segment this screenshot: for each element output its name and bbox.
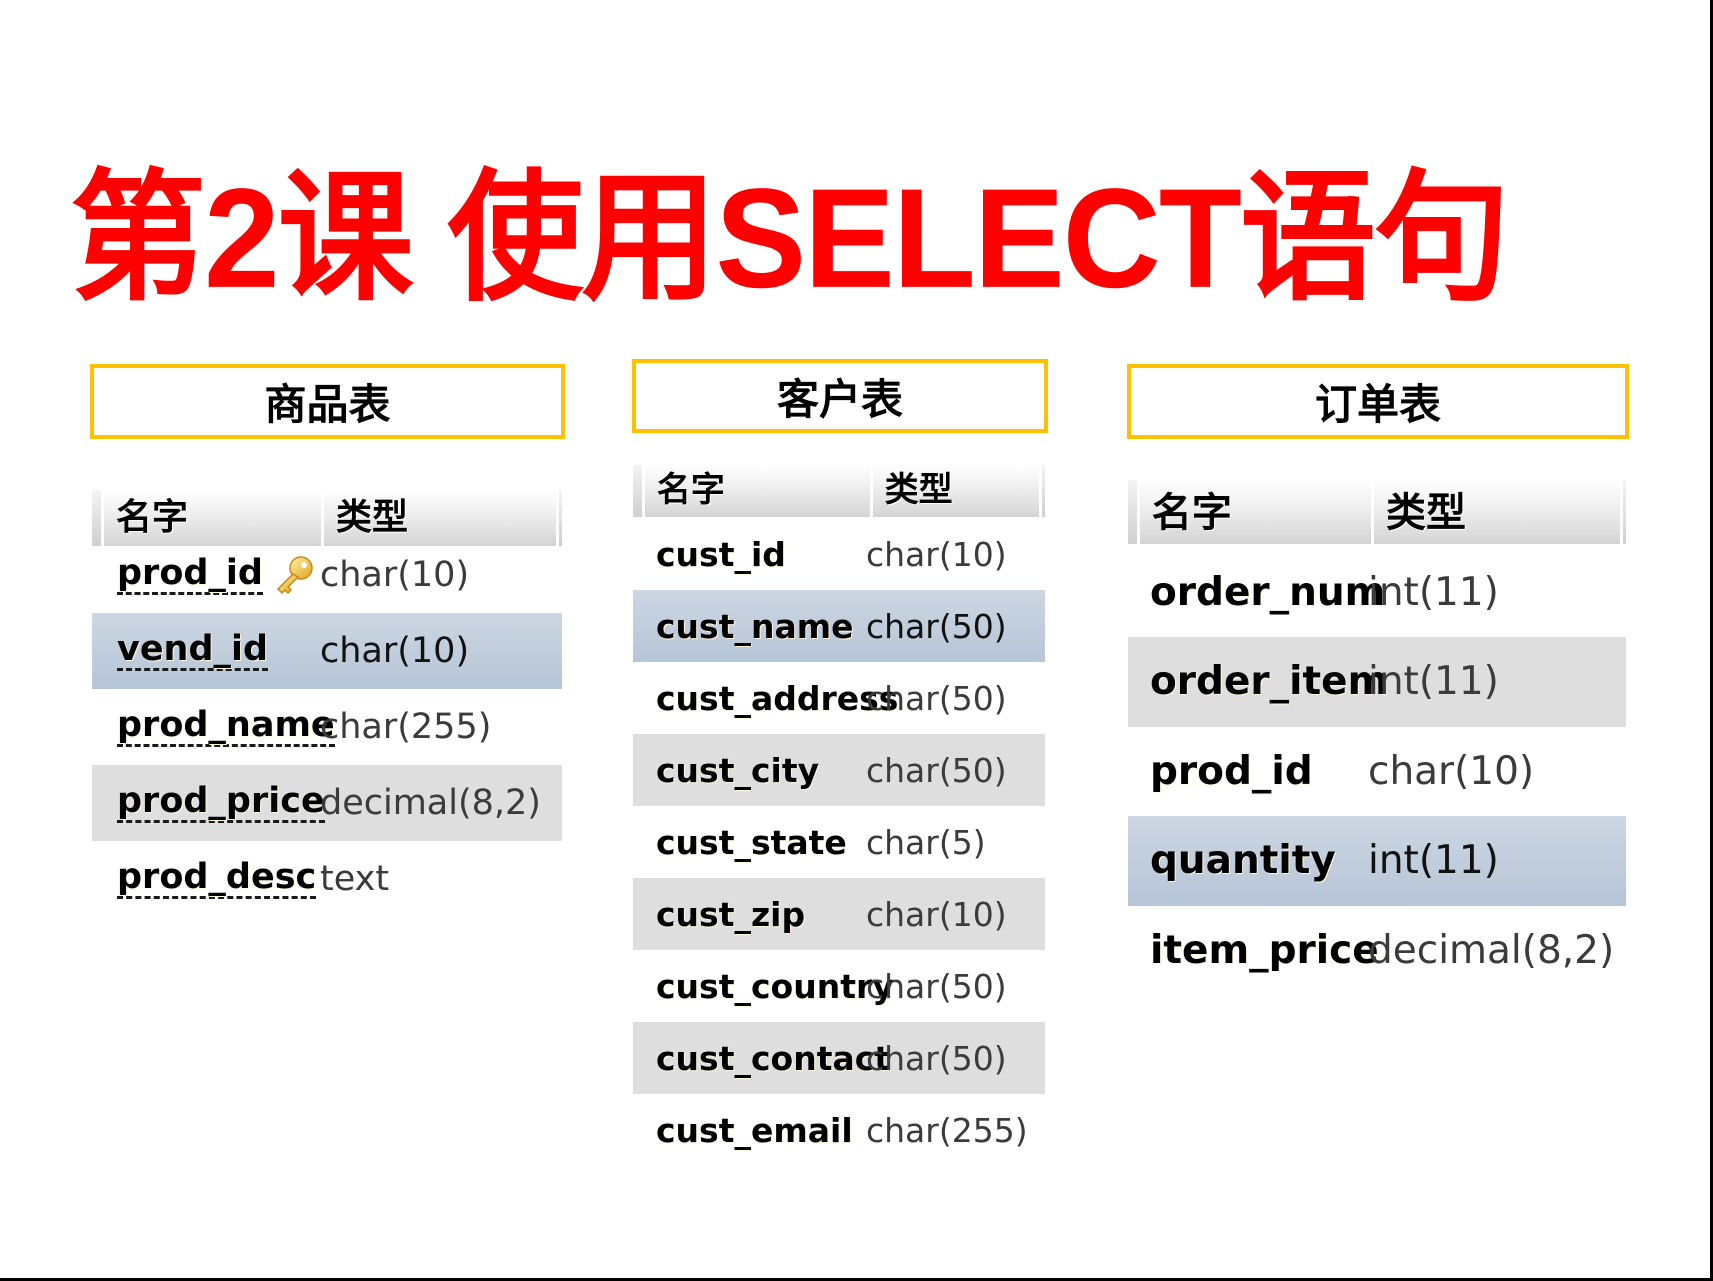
column-type: char(10) — [320, 631, 470, 671]
header-edge — [633, 465, 645, 517]
table-row[interactable]: cust_id char(10) — [633, 518, 1045, 590]
column-name-cell: cust_zip — [633, 895, 866, 934]
table-row[interactable]: cust_name char(50) — [633, 590, 1045, 662]
column-name: prod_name — [117, 706, 335, 748]
table-row[interactable]: cust_city char(50) — [633, 734, 1045, 806]
table-row[interactable]: cust_email char(255) — [633, 1094, 1045, 1166]
column-name-cell: prod_desc — [92, 858, 320, 900]
column-name-cell: prod_id — [92, 554, 320, 596]
table-row[interactable]: cust_address char(50) — [633, 662, 1045, 734]
column-name-cell: cust_id — [633, 535, 866, 574]
table-title-box: 商品表 — [90, 364, 565, 439]
table-title-box: 客户表 — [632, 359, 1048, 433]
column-name-cell: cust_email — [633, 1111, 866, 1150]
column-type: int(11) — [1368, 659, 1499, 704]
column-name-cell: cust_address — [633, 679, 898, 718]
table-row[interactable]: quantity int(11) — [1128, 815, 1626, 906]
column-name: vend_id — [117, 630, 269, 672]
column-name: prod_id — [1150, 748, 1313, 794]
column-name-cell: item_price — [1128, 928, 1379, 973]
column-name: cust_state — [656, 822, 847, 862]
column-type: int(11) — [1368, 838, 1499, 883]
column-name: order_num — [1150, 569, 1386, 615]
column-type: text — [320, 859, 390, 899]
table-row[interactable]: order_item int(11) — [1128, 636, 1626, 727]
column-name-cell: prod_name — [92, 706, 335, 748]
table-row[interactable]: prod_desc text — [92, 841, 562, 917]
column-type: char(50) — [866, 1038, 1007, 1078]
table-title-box: 订单表 — [1127, 364, 1629, 439]
column-name-cell: vend_id — [92, 630, 320, 672]
column-name: cust_country — [656, 966, 894, 1006]
table-row[interactable]: cust_contact char(50) — [633, 1022, 1045, 1094]
table-row[interactable]: item_price decimal(8,2) — [1128, 905, 1626, 995]
lesson-title: 第2课 使用SELECT语句 — [70, 158, 1510, 318]
column-type: char(50) — [866, 966, 1007, 1006]
table-row[interactable]: prod_id char(10) — [1128, 726, 1626, 816]
column-name-cell: cust_city — [633, 751, 866, 790]
table-row[interactable]: cust_country char(50) — [633, 950, 1045, 1022]
column-header-name[interactable]: 名字 — [645, 465, 873, 517]
column-type: char(255) — [320, 707, 492, 747]
column-name: item_price — [1150, 927, 1379, 973]
column-name: prod_price — [117, 782, 325, 824]
column-type: char(5) — [866, 822, 986, 862]
column-name-cell: cust_name — [633, 607, 866, 646]
table-title: 客户表 — [776, 374, 903, 424]
column-name-cell: cust_contact — [633, 1039, 890, 1078]
column-name: cust_contact — [656, 1038, 891, 1078]
column-name: cust_id — [656, 534, 786, 574]
column-type: decimal(8,2) — [320, 783, 541, 823]
column-type: char(10) — [1368, 748, 1535, 794]
column-name: order_item — [1150, 659, 1389, 704]
column-name-cell: cust_country — [633, 967, 894, 1006]
column-header-type[interactable]: 类型 — [1374, 480, 1620, 544]
column-type: char(50) — [866, 750, 1007, 790]
column-name-cell: cust_state — [633, 823, 866, 862]
column-type: char(50) — [866, 678, 1007, 718]
table-row[interactable]: prod_name char(255) — [92, 689, 562, 765]
column-name-cell: prod_id — [1128, 749, 1368, 794]
column-header-type[interactable]: 类型 — [873, 465, 1039, 517]
column-header-name[interactable]: 名字 — [1140, 480, 1375, 544]
grid-header: 名字 类型 — [1128, 480, 1626, 544]
column-type: char(10) — [320, 555, 470, 595]
column-type: char(10) — [866, 534, 1007, 574]
column-name-cell: order_num — [1128, 570, 1385, 615]
table-row[interactable]: order_num int(11) — [1128, 547, 1626, 637]
column-name-cell: prod_price — [92, 782, 325, 824]
grid-header: 名字 类型 — [633, 465, 1045, 517]
column-type: decimal(8,2) — [1368, 927, 1615, 973]
column-name: cust_address — [656, 678, 899, 718]
column-type: char(255) — [866, 1110, 1028, 1150]
column-type: int(11) — [1368, 569, 1499, 615]
primary-key-icon — [273, 554, 315, 596]
column-name: cust_name — [656, 606, 854, 646]
column-name-cell: quantity — [1128, 838, 1368, 883]
header-edge — [1039, 465, 1045, 517]
header-edge — [1128, 480, 1140, 544]
table-title: 订单表 — [1314, 380, 1441, 429]
column-name: cust_city — [656, 750, 820, 790]
column-name: cust_zip — [656, 894, 806, 934]
column-type: char(10) — [866, 894, 1007, 934]
table-row[interactable]: vend_id char(10) — [92, 613, 562, 689]
column-name: quantity — [1150, 838, 1336, 883]
table-row[interactable]: cust_zip char(10) — [633, 878, 1045, 950]
column-name: prod_id — [117, 554, 263, 596]
column-name-cell: order_item — [1128, 659, 1388, 704]
table-row[interactable]: cust_state char(5) — [633, 806, 1045, 878]
table-title: 商品表 — [264, 380, 391, 429]
column-name: cust_email — [656, 1110, 853, 1150]
column-name: prod_desc — [117, 858, 317, 900]
header-edge — [1620, 480, 1626, 544]
table-row[interactable]: prod_price decimal(8,2) — [92, 765, 562, 841]
column-type: char(50) — [866, 606, 1007, 646]
table-row[interactable]: prod_id char(10) — [92, 537, 562, 613]
